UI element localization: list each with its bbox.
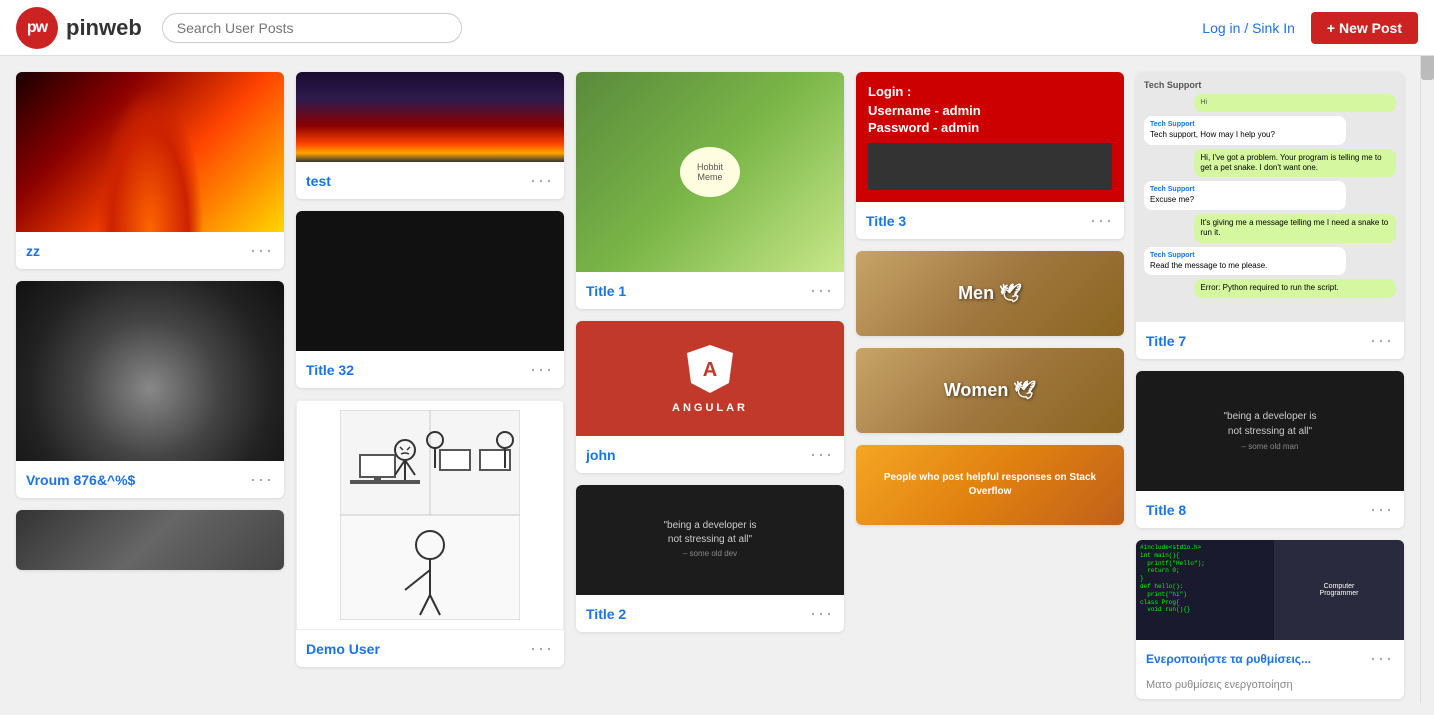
card-image: #include<stdio.h> int main(){ printf("He… [1136, 540, 1404, 640]
card-zz: zz ··· [16, 72, 284, 269]
card-footer: Title 8 ··· [1136, 491, 1404, 528]
card-title[interactable]: test [306, 173, 331, 189]
card-menu-dots[interactable]: ··· [1370, 499, 1394, 520]
card-footer: Demo User ··· [296, 630, 564, 667]
card-title[interactable]: john [586, 447, 616, 463]
chat-bubble-4: Tech Support Excuse me? [1144, 181, 1346, 209]
card-motorcycle [16, 510, 284, 570]
logo-icon: pw [16, 7, 58, 49]
card-image: "being a developer isnot stressing at al… [1136, 371, 1404, 491]
card-footer: Title 1 ··· [576, 272, 844, 309]
angular-logo: A ANGULAR [672, 343, 748, 414]
card-image [296, 400, 564, 630]
logo-area: pw pinweb [16, 7, 142, 49]
card-title[interactable]: Demo User [306, 641, 380, 657]
card-title[interactable]: Ενεροποιήστε τα ρυθμίσεις... [1146, 652, 1311, 666]
login-link[interactable]: Log in / Sink In [1202, 20, 1295, 36]
card-menu-dots[interactable]: ··· [530, 170, 554, 191]
card-image: "being a developer isnot stressing at al… [576, 485, 844, 595]
card-footer: zz ··· [16, 232, 284, 269]
card-image: Login : Username - admin Password - admi… [856, 72, 1124, 202]
main-grid: zz ··· Vroum 876&^%$ ··· test ··· Title … [0, 56, 1434, 715]
chat-bubble-2: Tech Support Tech support, How may I hel… [1144, 116, 1346, 144]
card-menu-dots[interactable]: ··· [250, 240, 274, 261]
logo-name: pinweb [66, 15, 142, 41]
card-title[interactable]: Title 32 [306, 362, 354, 378]
card-menu-dots[interactable]: ··· [250, 469, 274, 490]
chat-bubble-3: Hi, I've got a problem. Your program is … [1194, 149, 1396, 178]
chat-bubble-1: Hi [1194, 94, 1396, 112]
card-vroum: Vroum 876&^%$ ··· [16, 281, 284, 498]
card-image [16, 281, 284, 461]
card-john: A ANGULAR john ··· [576, 321, 844, 473]
card-title7: Tech Support Hi Tech Support Tech suppor… [1136, 72, 1404, 359]
card-women: Women 🕊 [856, 348, 1124, 433]
card-title[interactable]: Title 1 [586, 283, 626, 299]
card-menu-dots[interactable]: ··· [1090, 210, 1114, 231]
chat-bubble-5: It's giving me a message telling me I ne… [1194, 214, 1396, 243]
chat-bubble-7: Error: Python required to run the script… [1194, 279, 1396, 297]
card-title2: "being a developer isnot stressing at al… [576, 485, 844, 632]
angular-icon: A [685, 343, 735, 393]
card-menu-dots[interactable]: ··· [1370, 648, 1394, 669]
card-image: Women 🕊 [856, 348, 1124, 433]
card-footer: Ενεροποιήστε τα ρυθμίσεις... ··· [1136, 640, 1404, 677]
card-test: test ··· [296, 72, 564, 199]
card-title1: Hobbit Meme Title 1 ··· [576, 72, 844, 309]
card-image: People who post helpful responses on Sta… [856, 445, 1124, 525]
card-menu-dots[interactable]: ··· [530, 359, 554, 380]
card-demouser: Demo User ··· [296, 400, 564, 667]
card-title[interactable]: Title 7 [1146, 333, 1186, 349]
card-menu-dots[interactable]: ··· [1370, 330, 1394, 351]
card-footer: Title 3 ··· [856, 202, 1124, 239]
header: pw pinweb Log in / Sink In + New Post [0, 0, 1434, 56]
card-image: A ANGULAR [576, 321, 844, 436]
card-footer: john ··· [576, 436, 844, 473]
card-title[interactable]: Title 8 [1146, 502, 1186, 518]
card-image [16, 510, 284, 570]
new-post-button[interactable]: + New Post [1311, 12, 1418, 44]
card-stackoverflow: People who post helpful responses on Sta… [856, 445, 1124, 525]
card-footer: Vroum 876&^%$ ··· [16, 461, 284, 498]
card-menu-dots[interactable]: ··· [810, 280, 834, 301]
card-title32: Title 32 ··· [296, 211, 564, 388]
card-footer: Title 2 ··· [576, 595, 844, 632]
card-title3: Login : Username - admin Password - admi… [856, 72, 1124, 239]
card-title[interactable]: Title 3 [866, 213, 906, 229]
card-menu-dots[interactable]: ··· [530, 638, 554, 659]
scrollbar[interactable] [1420, 0, 1434, 703]
card-image: Tech Support Hi Tech Support Tech suppor… [1136, 72, 1404, 322]
card-menu-dots[interactable]: ··· [810, 444, 834, 465]
card-menu-dots[interactable]: ··· [810, 603, 834, 624]
card-footer: Title 32 ··· [296, 351, 564, 388]
card-title8: "being a developer isnot stressing at al… [1136, 371, 1404, 528]
card-footer: Title 7 ··· [1136, 322, 1404, 359]
card-image: Hobbit Meme [576, 72, 844, 272]
card-image [296, 72, 564, 162]
card-subtitle: Ματο ρυθμίσεις ενεργοποίηση [1136, 677, 1404, 699]
svg-text:A: A [703, 359, 717, 381]
card-image [16, 72, 284, 232]
stickman-svg [340, 410, 520, 620]
card-image: Men 🕊 [856, 251, 1124, 336]
card-title[interactable]: Vroum 876&^%$ [26, 472, 135, 488]
card-footer: test ··· [296, 162, 564, 199]
search-input[interactable] [162, 13, 462, 43]
card-programmer: #include<stdio.h> int main(){ printf("He… [1136, 540, 1404, 699]
card-title[interactable]: Title 2 [586, 606, 626, 622]
chat-bubble-6: Tech Support Read the message to me plea… [1144, 247, 1346, 275]
card-image [296, 211, 564, 351]
card-men: Men 🕊 [856, 251, 1124, 336]
card-title[interactable]: zz [26, 243, 40, 259]
